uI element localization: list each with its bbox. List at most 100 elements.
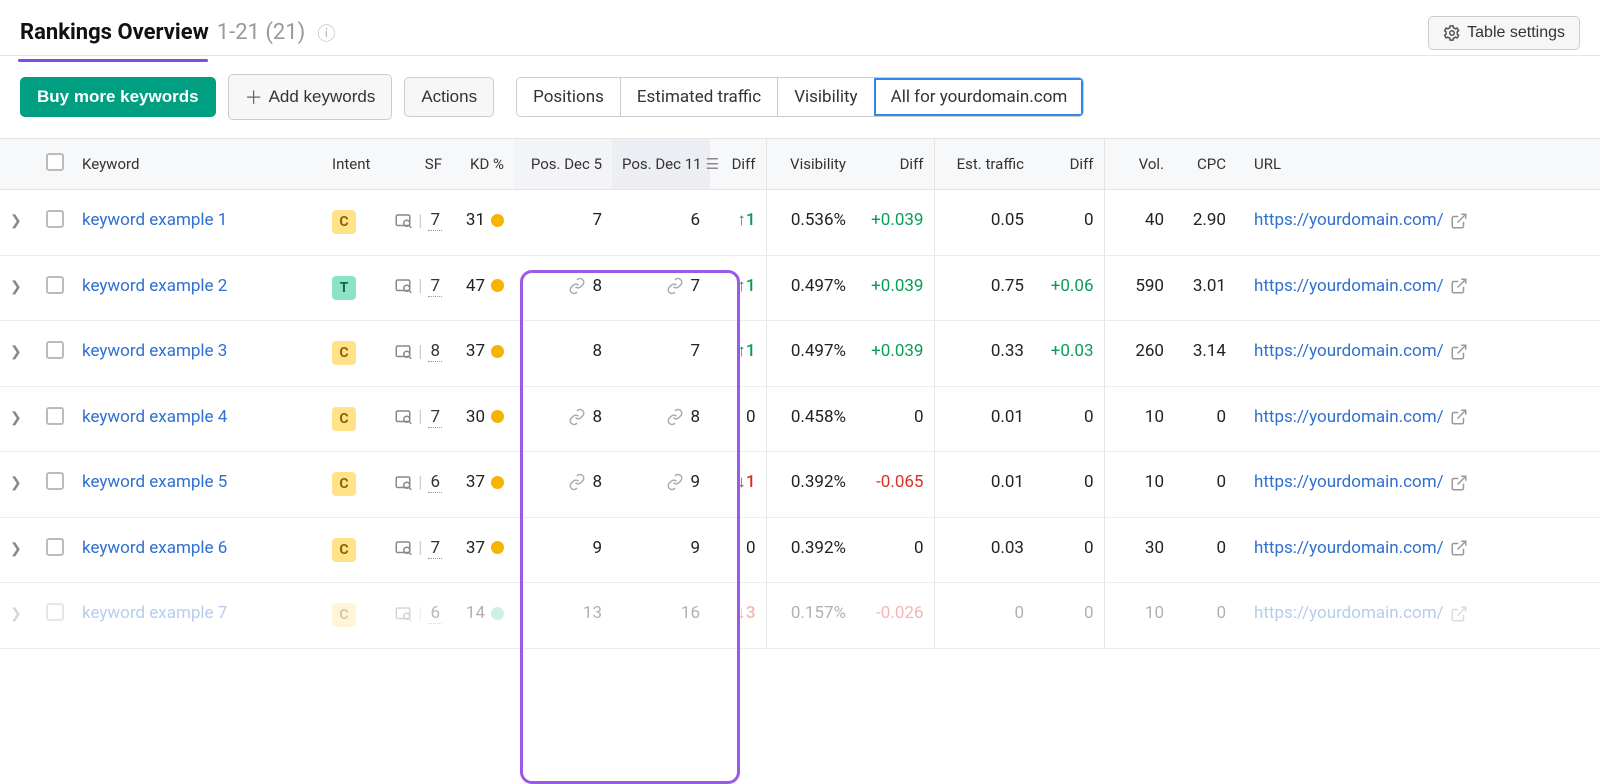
volume-value: 10 [1104,386,1174,452]
row-checkbox[interactable] [46,603,64,621]
expand-row-icon[interactable]: ❯ [10,213,22,229]
expand-row-icon[interactable]: ❯ [10,606,22,622]
keyword-link[interactable]: keyword example 5 [82,472,227,492]
pos1-cell: 8 [524,407,602,427]
pos-diff: ↓3 [737,603,755,623]
row-checkbox[interactable] [46,210,64,228]
row-checkbox[interactable] [46,472,64,490]
kd-cell: 31 [466,210,504,230]
col-sf[interactable]: SF [382,139,452,190]
col-kd[interactable]: KD % [452,139,514,190]
pos1-cell: 8 [524,276,602,296]
table-settings-button[interactable]: Table settings [1428,16,1580,50]
col-volume[interactable]: Vol. [1104,139,1174,190]
tab-visibility[interactable]: Visibility [777,78,873,116]
external-link-icon[interactable] [1444,603,1468,623]
page-title-wrap: Rankings Overview 1-21 (21) ⓘ [20,20,335,46]
info-icon[interactable]: ⓘ [317,20,335,46]
sf-cell[interactable]: |7 [394,538,442,559]
pos1-cell: 13 [524,603,602,623]
add-keywords-button[interactable]: ＋ Add keywords [228,74,393,120]
pos-diff: ↓1 [737,472,755,492]
table-row: ❯keyword example 3C|83787↑10.497%+0.0390… [0,321,1600,387]
url-link[interactable]: https://yourdomain.com/ [1254,407,1444,427]
url-link[interactable]: https://yourdomain.com/ [1254,603,1444,623]
keyword-link[interactable]: keyword example 7 [82,603,227,623]
table-row: ❯keyword example 2T|74787↑10.497%+0.0390… [0,255,1600,321]
col-diff-est[interactable]: Diff [1034,139,1104,190]
url-link[interactable]: https://yourdomain.com/ [1254,210,1444,230]
external-link-icon[interactable] [1444,276,1468,296]
pos1-cell: 9 [524,538,602,558]
visibility-value: 0.458% [766,386,856,452]
volume-value: 40 [1104,190,1174,256]
col-cpc[interactable]: CPC [1174,139,1236,190]
col-pos2[interactable]: Pos. Dec 11☰ [612,139,710,190]
url-link[interactable]: https://yourdomain.com/ [1254,276,1444,296]
keyword-link[interactable]: keyword example 1 [82,210,227,230]
visibility-value: 0.392% [766,452,856,518]
expand-row-icon[interactable]: ❯ [10,410,22,426]
actions-button[interactable]: Actions [404,77,494,117]
volume-value: 260 [1104,321,1174,387]
pos1-cell: 8 [524,472,602,492]
visibility-diff: -0.026 [876,603,923,623]
est-traffic-diff: 0 [1084,407,1094,427]
url-link[interactable]: https://yourdomain.com/ [1254,472,1444,492]
sf-cell[interactable]: |6 [394,472,442,493]
select-all-checkbox[interactable] [46,153,64,171]
expand-row-icon[interactable]: ❯ [10,279,22,295]
expand-row-icon[interactable]: ❯ [10,344,22,360]
col-keyword[interactable]: Keyword [72,139,322,190]
row-checkbox[interactable] [46,341,64,359]
col-pos1[interactable]: Pos. Dec 5 [514,139,612,190]
keyword-link[interactable]: keyword example 6 [82,538,227,558]
intent-badge: C [332,210,356,234]
external-link-icon[interactable] [1444,341,1468,361]
url-link[interactable]: https://yourdomain.com/ [1254,341,1444,361]
cpc-value: 3.14 [1174,321,1236,387]
pos2-cell: 7 [622,341,700,361]
intent-badge: C [332,341,356,365]
sf-cell[interactable]: |7 [394,210,442,231]
pos2-cell: 9 [622,472,700,492]
col-diff-vis[interactable]: Diff [856,139,934,190]
expand-row-icon[interactable]: ❯ [10,475,22,491]
page-count: 1-21 (21) [217,20,306,45]
tab-all-for-yourdomain-com[interactable]: All for yourdomain.com [874,78,1084,116]
est-traffic-diff: 0 [1084,210,1094,230]
external-link-icon[interactable] [1444,407,1468,427]
col-visibility[interactable]: Visibility [766,139,856,190]
sf-cell[interactable]: |8 [394,341,442,362]
page-title: Rankings Overview [20,20,209,45]
tab-positions[interactable]: Positions [517,78,620,116]
col-est-traffic[interactable]: Est. traffic [934,139,1034,190]
col-intent[interactable]: Intent [322,139,382,190]
sf-cell[interactable]: |6 [394,603,442,624]
cpc-value: 3.01 [1174,255,1236,321]
external-link-icon[interactable] [1444,210,1468,230]
tab-estimated-traffic[interactable]: Estimated traffic [620,78,777,116]
est-traffic-value: 0.33 [934,321,1034,387]
row-checkbox[interactable] [46,276,64,294]
external-link-icon[interactable] [1444,472,1468,492]
external-link-icon[interactable] [1444,538,1468,558]
sf-cell[interactable]: |7 [394,276,442,297]
pos2-cell: 7 [622,276,700,296]
keyword-link[interactable]: keyword example 2 [82,276,227,296]
kd-cell: 30 [466,407,504,427]
url-link[interactable]: https://yourdomain.com/ [1254,538,1444,558]
keyword-link[interactable]: keyword example 4 [82,407,227,427]
expand-row-icon[interactable]: ❯ [10,541,22,557]
buy-keywords-button[interactable]: Buy more keywords [20,77,216,117]
sort-icon: ☰ [706,155,719,173]
row-checkbox[interactable] [46,538,64,556]
keyword-link[interactable]: keyword example 3 [82,341,227,361]
col-url[interactable]: URL [1236,139,1600,190]
visibility-value: 0.392% [766,517,856,583]
intent-badge: C [332,538,356,562]
sf-cell[interactable]: |7 [394,407,442,428]
est-traffic-diff: +0.03 [1051,341,1094,361]
cpc-value: 0 [1174,517,1236,583]
row-checkbox[interactable] [46,407,64,425]
